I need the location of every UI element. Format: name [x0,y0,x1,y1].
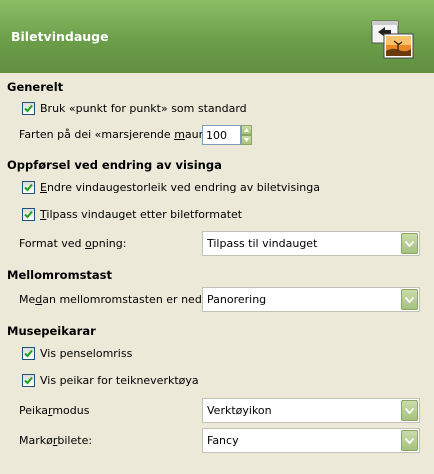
chevron-down-icon [405,408,414,414]
space-action-select[interactable]: Panorering [202,287,420,312]
open-format-value: Tilpass til vindauget [207,237,318,250]
resize-window-label: Endre vindaugestorleik ved endring av bi… [40,181,320,194]
dot-for-dot-checkbox[interactable] [22,102,35,115]
checkmark-icon [24,104,33,113]
pointer-render-label: Markørbilete: [19,434,93,447]
checkmark-icon [24,349,33,358]
ants-speed-label: Farten på dei «marsjerende maura»: [19,128,220,141]
arrow-down-icon [244,138,249,142]
section-general-heading: Generelt [7,80,64,94]
arrow-up-icon [244,128,249,132]
pointer-render-value: Fancy [207,434,239,447]
resize-window-checkbox[interactable] [22,181,35,194]
ants-speed-spinner[interactable] [241,125,252,145]
checkmark-icon [24,210,33,219]
dot-for-dot-label: Bruk «punkt for punkt» som standard [40,102,247,115]
dropdown-button[interactable] [401,430,418,451]
section-zoom-heading: Oppførsel ved endring av visinga [7,158,222,172]
image-window-prefs-icon [371,20,414,59]
space-action-value: Panorering [207,293,267,306]
pointer-mode-select[interactable]: Verktøyikon [202,398,420,423]
checkmark-icon [24,183,33,192]
brush-outline-label: Vis penselomriss [40,347,133,360]
page-title: Biletvindauge [11,29,109,44]
pointer-render-select[interactable]: Fancy [202,428,420,453]
fit-window-label: Tilpass vindauget etter biletformatet [40,208,243,221]
spin-up-button[interactable] [241,125,252,135]
dropdown-button[interactable] [401,400,418,421]
spin-down-button[interactable] [241,135,252,145]
paint-pointer-checkbox[interactable] [22,374,35,387]
pointer-mode-label: Peikarmodus [19,404,90,417]
chevron-down-icon [405,438,414,444]
checkmark-icon [24,376,33,385]
dropdown-button[interactable] [401,233,418,254]
open-format-label: Format ved opning: [19,237,127,250]
space-action-label: Medan mellomromstasten er nede: [19,293,213,306]
section-space-heading: Mellomromstast [7,268,113,282]
ants-speed-input[interactable]: 100 [202,125,241,145]
dropdown-button[interactable] [401,289,418,310]
chevron-down-icon [405,297,414,303]
open-format-select[interactable]: Tilpass til vindauget [202,231,420,256]
chevron-down-icon [405,241,414,247]
brush-outline-checkbox[interactable] [22,347,35,360]
fit-window-checkbox[interactable] [22,208,35,221]
prefs-page-header: Biletvindauge [0,0,434,73]
pointer-mode-value: Verktøyikon [207,404,272,417]
section-pointer-heading: Musepeikarar [7,324,96,338]
paint-pointer-label: Vis peikar for teikneverktøya [40,374,199,387]
